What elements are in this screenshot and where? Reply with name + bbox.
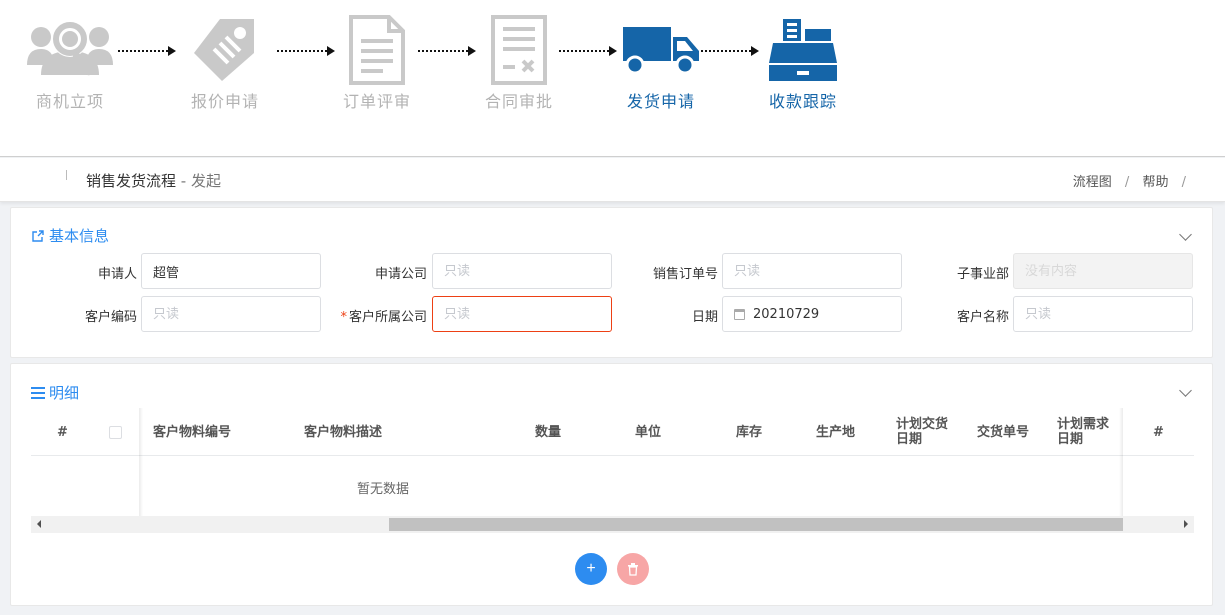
section-title-text: 明细 — [49, 384, 80, 402]
basic-info-title[interactable]: 基本信息 — [31, 225, 109, 246]
customer-name-label: 客户名称 — [956, 310, 1009, 325]
step-order-review[interactable]: 订单评审 — [322, 14, 432, 112]
date-label: 日期 — [691, 310, 718, 325]
step-quotation[interactable]: 报价申请 — [170, 14, 280, 112]
fixed-column-shadow — [139, 408, 143, 518]
scroll-right-icon[interactable] — [1184, 520, 1188, 528]
step-payment-tracking[interactable]: 收款跟踪 — [748, 14, 858, 112]
empty-placeholder: 暂无数据 — [357, 482, 410, 497]
col-material-desc[interactable]: 客户物料描述 — [304, 408, 382, 456]
flow-arrow — [118, 46, 176, 56]
col-index: # — [57, 424, 68, 440]
col-action: # — [1153, 424, 1164, 440]
sales-order-no-label: 销售订单号 — [652, 267, 718, 282]
date-input[interactable] — [753, 297, 893, 331]
page-title: 销售发货流程 - 发起 — [86, 170, 221, 191]
horizontal-scrollbar[interactable] — [31, 516, 1194, 533]
delete-row-button[interactable] — [617, 553, 649, 585]
truck-icon — [623, 27, 699, 75]
select-all-checkbox[interactable] — [109, 425, 122, 439]
col-plan-demand-date[interactable]: 计划需求日期 — [1057, 408, 1119, 456]
detail-title[interactable]: 明细 — [31, 382, 79, 403]
required-mark: * — [340, 310, 347, 325]
customer-code-input[interactable] — [141, 296, 321, 332]
page-header: 销售发货流程 - 发起 流程图 / 帮助 / — [0, 158, 1225, 202]
col-select-all — [109, 408, 122, 456]
table-header: # 客户物料编号 客户物料描述 数量 单位 库存 生产地 计划交货日期 交货单号… — [31, 408, 1194, 456]
col-delivery-no[interactable]: 交货单号 — [977, 408, 1029, 456]
detail-table: # 客户物料编号 客户物料描述 数量 单位 库存 生产地 计划交货日期 交货单号… — [31, 408, 1194, 518]
detail-card: 明细 # 客户物料编号 客户物料描述 数量 单位 库存 生产地 计划交货日期 交… — [10, 363, 1213, 606]
col-unit[interactable]: 单位 — [635, 408, 661, 456]
process-subtitle: - 发起 — [176, 172, 221, 190]
step-label: 报价申请 — [190, 92, 259, 111]
step-label: 商机立项 — [35, 92, 104, 111]
step-label: 订单评审 — [342, 92, 411, 111]
step-label: 收款跟踪 — [768, 92, 837, 111]
process-title: 销售发货流程 — [86, 172, 177, 190]
divider — [66, 170, 67, 180]
flowchart-link[interactable]: 流程图 — [1073, 175, 1112, 190]
step-label: 发货申请 — [626, 92, 695, 111]
user-search-icon — [27, 21, 113, 76]
document-icon — [349, 15, 405, 85]
list-icon — [31, 386, 45, 399]
scrollbar-thumb[interactable] — [389, 518, 1123, 531]
customer-company-label: * 客户所属公司 — [317, 306, 427, 325]
basic-info-card: 基本信息 申请人 申请公司 销售订单号 子事业部 客户编码 *客户所属公司 日期… — [10, 207, 1213, 358]
customer-company-input[interactable] — [432, 296, 612, 332]
step-label: 合同审批 — [484, 92, 553, 111]
collapse-chevron-icon[interactable] — [1179, 384, 1192, 397]
col-quantity[interactable]: 数量 — [535, 408, 561, 456]
help-link[interactable]: 帮助 — [1142, 175, 1168, 190]
col-stock[interactable]: 库存 — [736, 408, 762, 456]
step-contract-approval[interactable]: 合同审批 — [464, 14, 574, 112]
customer-code-label: 客户编码 — [84, 310, 137, 325]
link-separator: / — [1181, 175, 1186, 190]
cash-register-icon — [769, 19, 837, 81]
edit-icon — [32, 229, 44, 242]
sub-division-input — [1013, 253, 1193, 289]
price-tag-icon — [194, 19, 254, 81]
applicant-input[interactable] — [141, 253, 321, 289]
col-material-code[interactable]: 客户物料编号 — [153, 408, 231, 456]
header-links: 流程图 / 帮助 / — [1073, 171, 1195, 190]
step-delivery-request[interactable]: 发货申请 — [606, 14, 716, 112]
link-separator: / — [1124, 175, 1130, 190]
process-steps: 商机立项 报价申请 订单评审 合同审批 发货申请 收款跟踪 — [0, 0, 1225, 157]
sub-division-label: 子事业部 — [956, 267, 1009, 282]
col-origin[interactable]: 生产地 — [816, 408, 855, 456]
scroll-left-icon[interactable] — [37, 520, 41, 528]
calendar-icon — [734, 309, 745, 320]
customer-company-label-text: 客户所属公司 — [348, 310, 427, 325]
customer-name-input[interactable] — [1013, 296, 1193, 332]
apply-company-input[interactable] — [432, 253, 612, 289]
col-plan-delivery-date[interactable]: 计划交货日期 — [896, 408, 958, 456]
fixed-column-shadow — [1119, 408, 1123, 518]
contract-icon — [491, 15, 547, 85]
sales-order-no-input[interactable] — [722, 253, 902, 289]
apply-company-label: 申请公司 — [374, 267, 427, 282]
collapse-chevron-icon[interactable] — [1179, 228, 1192, 241]
add-row-button[interactable]: + — [575, 553, 607, 585]
date-picker[interactable] — [722, 296, 902, 332]
applicant-label: 申请人 — [97, 267, 137, 282]
section-title-text: 基本信息 — [49, 227, 110, 245]
trash-icon — [628, 562, 638, 576]
step-opportunity[interactable]: 商机立项 — [15, 14, 125, 112]
